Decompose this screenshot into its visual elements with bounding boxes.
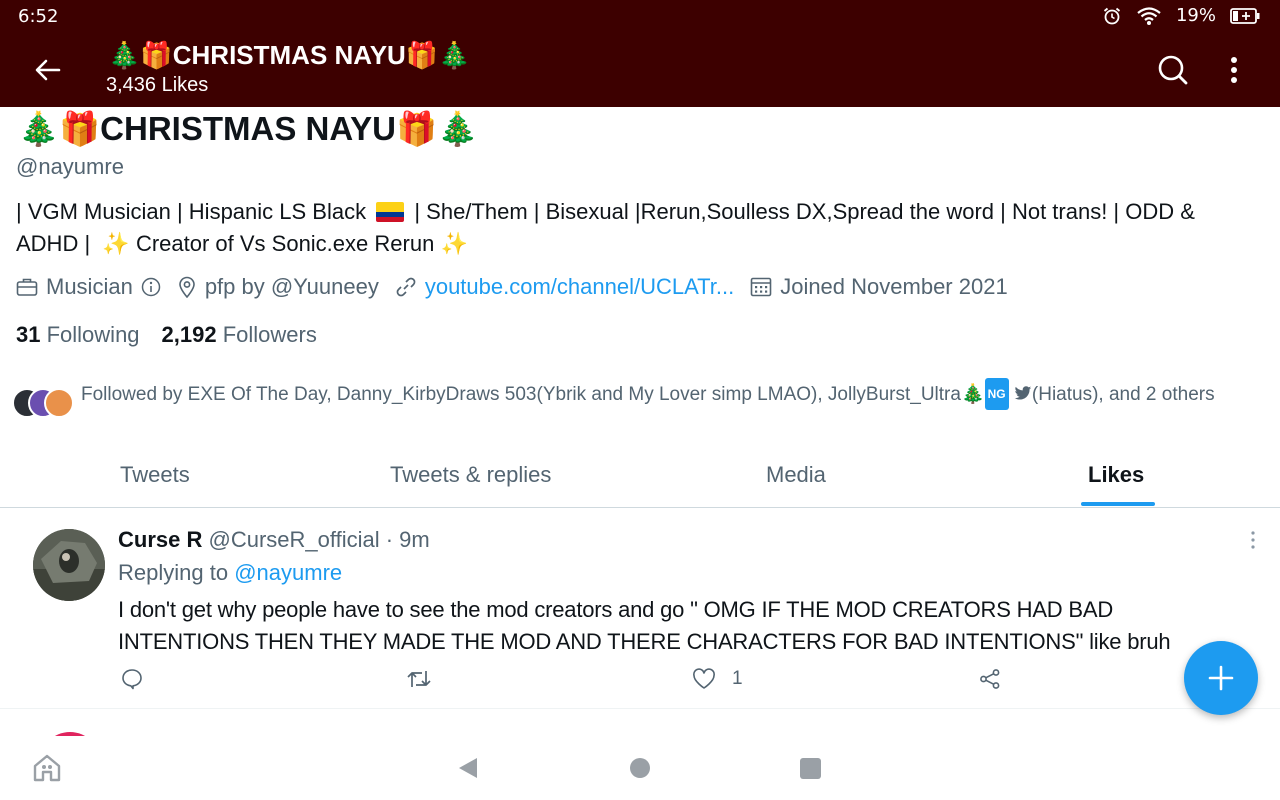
replying-to-handle[interactable]: @nayumre — [234, 560, 342, 585]
more-vertical-icon — [1231, 57, 1237, 83]
tab-tweets[interactable]: Tweets — [120, 462, 190, 488]
tab-media[interactable]: Media — [766, 462, 826, 488]
tab-tweets-and-replies[interactable]: Tweets & replies — [390, 462, 551, 488]
location-label: pfp by @Yuuneey — [204, 274, 379, 299]
status-bar: 6:52 19% — [0, 0, 1280, 34]
retweet-icon — [407, 671, 431, 687]
profile-website[interactable]: youtube.com/channel/UCLATr... — [395, 274, 734, 300]
share-button[interactable] — [979, 668, 1001, 690]
battery-icon — [1230, 7, 1260, 24]
tweet-author-handle: @CurseR_official — [208, 527, 380, 552]
profile-joined: Joined November 2021 — [750, 274, 1008, 300]
share-icon — [980, 669, 1000, 689]
followed-by-text-2: (Hiatus), and 2 others — [1031, 384, 1215, 405]
system-recents-button[interactable] — [800, 758, 821, 779]
plus-icon — [1208, 665, 1234, 691]
profile-category: Musician — [16, 274, 161, 300]
profile-meta: Musician pfp by @Yuuneey youtube.com/cha… — [16, 274, 1024, 300]
profile-location: pfp by @Yuuneey — [177, 274, 379, 300]
avatar — [44, 388, 74, 418]
compose-tweet-button[interactable] — [1184, 641, 1258, 715]
wifi-icon — [1136, 6, 1162, 26]
battery-level: 19% — [1175, 5, 1216, 26]
back-button[interactable] — [30, 52, 66, 88]
arrow-left-icon — [35, 59, 61, 81]
tweet-actions: 1 — [0, 668, 1280, 698]
ng-badge: NG — [984, 378, 1009, 410]
search-button[interactable] — [1154, 51, 1192, 89]
launcher-button[interactable] — [32, 753, 62, 788]
joined-label: Joined November 2021 — [780, 274, 1008, 299]
bio-part-1: | VGM Musician | Hispanic LS Black — [16, 199, 367, 224]
app-header: 🎄🎁CHRISTMAS NAYU🎁🎄 3,436 Likes — [0, 34, 1280, 107]
tweet[interactable]: Curse R @CurseR_official · 9m Replying t… — [0, 508, 1280, 709]
triangle-back-icon — [459, 758, 477, 778]
sparkle-icon: ✨ — [102, 231, 130, 256]
following-link[interactable]: 31 Following — [16, 322, 140, 348]
status-icons: 19% — [1102, 5, 1260, 26]
colombia-flag-icon — [376, 202, 405, 222]
system-home-button[interactable] — [630, 758, 650, 778]
followers-label: Followers — [222, 322, 317, 347]
bio-part-3: Creator of Vs Sonic.exe Rerun — [135, 231, 435, 256]
website-link[interactable]: youtube.com/channel/UCLATr... — [425, 274, 734, 300]
header-title: 🎄🎁CHRISTMAS NAYU🎁🎄 — [108, 40, 471, 70]
info-icon[interactable] — [141, 277, 161, 297]
retweet-button[interactable] — [406, 668, 432, 690]
tweet-time: 9m — [399, 527, 430, 552]
followed-by-text: Followed by EXE Of The Day, Danny_KirbyD… — [81, 378, 1271, 410]
search-icon — [1158, 55, 1188, 85]
reply-button[interactable] — [121, 668, 143, 690]
following-label: Following — [46, 322, 140, 347]
reply-icon — [122, 669, 142, 690]
profile-name: 🎄🎁CHRISTMAS NAYU🎁🎄 — [18, 110, 479, 147]
more-vertical-icon — [1251, 531, 1255, 549]
followers-count: 2,192 — [161, 322, 217, 347]
twitter-bird-icon — [1014, 386, 1032, 400]
following-count: 31 — [16, 322, 41, 347]
heart-icon — [693, 668, 715, 689]
replying-to-label: Replying to — [118, 560, 229, 585]
more-options-button[interactable] — [1216, 51, 1252, 89]
header-likes-count: 3,436 Likes — [106, 74, 209, 96]
tweet-text: I don't get why people have to see the m… — [118, 597, 1171, 654]
follow-stats: 31 Following 2,192 Followers — [16, 322, 317, 348]
alarm-icon — [1102, 6, 1122, 26]
location-pin-icon — [179, 276, 195, 298]
followed-by-avatars — [12, 388, 76, 420]
followed-by-text-1: Followed by EXE Of The Day, Danny_KirbyD… — [81, 384, 985, 405]
system-nav-bar — [0, 736, 1280, 800]
tweet-author-name[interactable]: Curse R — [118, 527, 202, 552]
profile-bio: | VGM Musician | Hispanic LS Black | She… — [16, 196, 1256, 260]
system-back-button[interactable] — [457, 756, 479, 785]
tweet-header: Curse R @CurseR_official · 9m — [118, 527, 430, 553]
category-label: Musician — [46, 274, 133, 299]
followers-link[interactable]: 2,192 Followers — [162, 322, 317, 348]
avatar[interactable] — [33, 529, 105, 601]
active-tab-indicator — [1081, 502, 1155, 506]
tweet-more-button[interactable] — [1244, 528, 1262, 552]
tab-likes[interactable]: Likes — [1088, 462, 1144, 488]
like-button[interactable]: 1 — [692, 668, 743, 690]
profile-tabs: Tweets Tweets & replies Media Likes — [0, 448, 1280, 508]
like-count: 1 — [732, 668, 743, 689]
status-time: 6:52 — [18, 6, 59, 27]
profile-handle: @nayumre — [16, 154, 124, 179]
sparkle-icon: ✨ — [440, 231, 468, 256]
replying-to: Replying to @nayumre — [118, 560, 342, 586]
link-icon — [396, 277, 416, 297]
calendar-icon — [750, 277, 772, 297]
briefcase-icon — [16, 278, 38, 296]
tweet-separator: · — [385, 527, 394, 552]
home-icon — [33, 754, 61, 782]
